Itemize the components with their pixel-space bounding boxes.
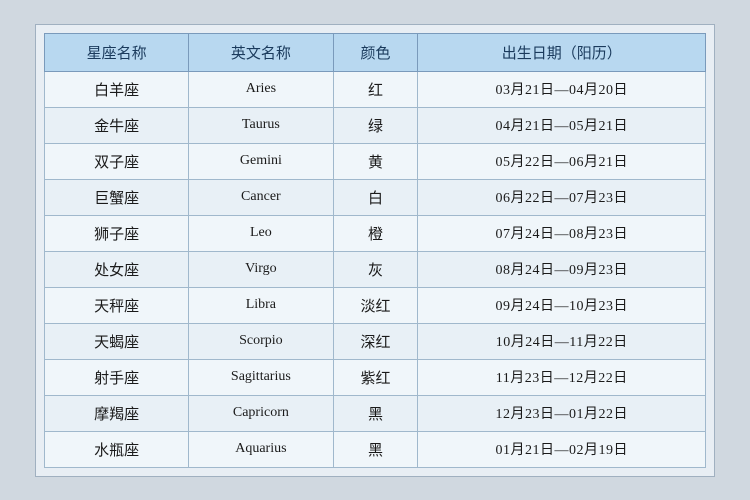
cell-chinese-name: 双子座 — [45, 143, 189, 179]
cell-english-name: Gemini — [189, 143, 333, 179]
table-row: 水瓶座Aquarius黑01月21日—02月19日 — [45, 431, 706, 467]
cell-chinese-name: 天秤座 — [45, 287, 189, 323]
cell-chinese-name: 处女座 — [45, 251, 189, 287]
table-row: 白羊座Aries红03月21日—04月20日 — [45, 71, 706, 107]
cell-chinese-name: 天蝎座 — [45, 323, 189, 359]
cell-english-name: Cancer — [189, 179, 333, 215]
cell-english-name: Aries — [189, 71, 333, 107]
cell-date: 08月24日—09月23日 — [418, 251, 706, 287]
cell-color: 灰 — [333, 251, 418, 287]
cell-english-name: Taurus — [189, 107, 333, 143]
table-row: 巨蟹座Cancer白06月22日—07月23日 — [45, 179, 706, 215]
header-chinese-name: 星座名称 — [45, 33, 189, 71]
zodiac-table: 星座名称 英文名称 颜色 出生日期（阳历） 白羊座Aries红03月21日—04… — [44, 33, 706, 468]
table-row: 射手座Sagittarius紫红11月23日—12月22日 — [45, 359, 706, 395]
table-row: 双子座Gemini黄05月22日—06月21日 — [45, 143, 706, 179]
cell-chinese-name: 巨蟹座 — [45, 179, 189, 215]
cell-chinese-name: 金牛座 — [45, 107, 189, 143]
cell-english-name: Scorpio — [189, 323, 333, 359]
cell-date: 06月22日—07月23日 — [418, 179, 706, 215]
cell-date: 05月22日—06月21日 — [418, 143, 706, 179]
cell-chinese-name: 狮子座 — [45, 215, 189, 251]
header-date: 出生日期（阳历） — [418, 33, 706, 71]
cell-color: 紫红 — [333, 359, 418, 395]
cell-color: 黑 — [333, 431, 418, 467]
cell-date: 04月21日—05月21日 — [418, 107, 706, 143]
cell-english-name: Aquarius — [189, 431, 333, 467]
table-row: 狮子座Leo橙07月24日—08月23日 — [45, 215, 706, 251]
cell-english-name: Leo — [189, 215, 333, 251]
cell-date: 01月21日—02月19日 — [418, 431, 706, 467]
cell-date: 10月24日—11月22日 — [418, 323, 706, 359]
cell-date: 09月24日—10月23日 — [418, 287, 706, 323]
cell-chinese-name: 水瓶座 — [45, 431, 189, 467]
cell-color: 绿 — [333, 107, 418, 143]
cell-color: 白 — [333, 179, 418, 215]
table-row: 摩羯座Capricorn黑12月23日—01月22日 — [45, 395, 706, 431]
cell-chinese-name: 摩羯座 — [45, 395, 189, 431]
cell-color: 淡红 — [333, 287, 418, 323]
cell-date: 12月23日—01月22日 — [418, 395, 706, 431]
cell-color: 红 — [333, 71, 418, 107]
cell-english-name: Libra — [189, 287, 333, 323]
table-row: 处女座Virgo灰08月24日—09月23日 — [45, 251, 706, 287]
cell-english-name: Capricorn — [189, 395, 333, 431]
table-row: 天秤座Libra淡红09月24日—10月23日 — [45, 287, 706, 323]
header-color: 颜色 — [333, 33, 418, 71]
cell-date: 07月24日—08月23日 — [418, 215, 706, 251]
table-row: 金牛座Taurus绿04月21日—05月21日 — [45, 107, 706, 143]
cell-color: 黄 — [333, 143, 418, 179]
cell-color: 深红 — [333, 323, 418, 359]
cell-chinese-name: 白羊座 — [45, 71, 189, 107]
table-row: 天蝎座Scorpio深红10月24日—11月22日 — [45, 323, 706, 359]
cell-chinese-name: 射手座 — [45, 359, 189, 395]
cell-english-name: Virgo — [189, 251, 333, 287]
zodiac-table-container: 星座名称 英文名称 颜色 出生日期（阳历） 白羊座Aries红03月21日—04… — [35, 24, 715, 477]
table-body: 白羊座Aries红03月21日—04月20日金牛座Taurus绿04月21日—0… — [45, 71, 706, 467]
header-english-name: 英文名称 — [189, 33, 333, 71]
table-header-row: 星座名称 英文名称 颜色 出生日期（阳历） — [45, 33, 706, 71]
cell-color: 橙 — [333, 215, 418, 251]
cell-date: 11月23日—12月22日 — [418, 359, 706, 395]
cell-date: 03月21日—04月20日 — [418, 71, 706, 107]
cell-english-name: Sagittarius — [189, 359, 333, 395]
cell-color: 黑 — [333, 395, 418, 431]
